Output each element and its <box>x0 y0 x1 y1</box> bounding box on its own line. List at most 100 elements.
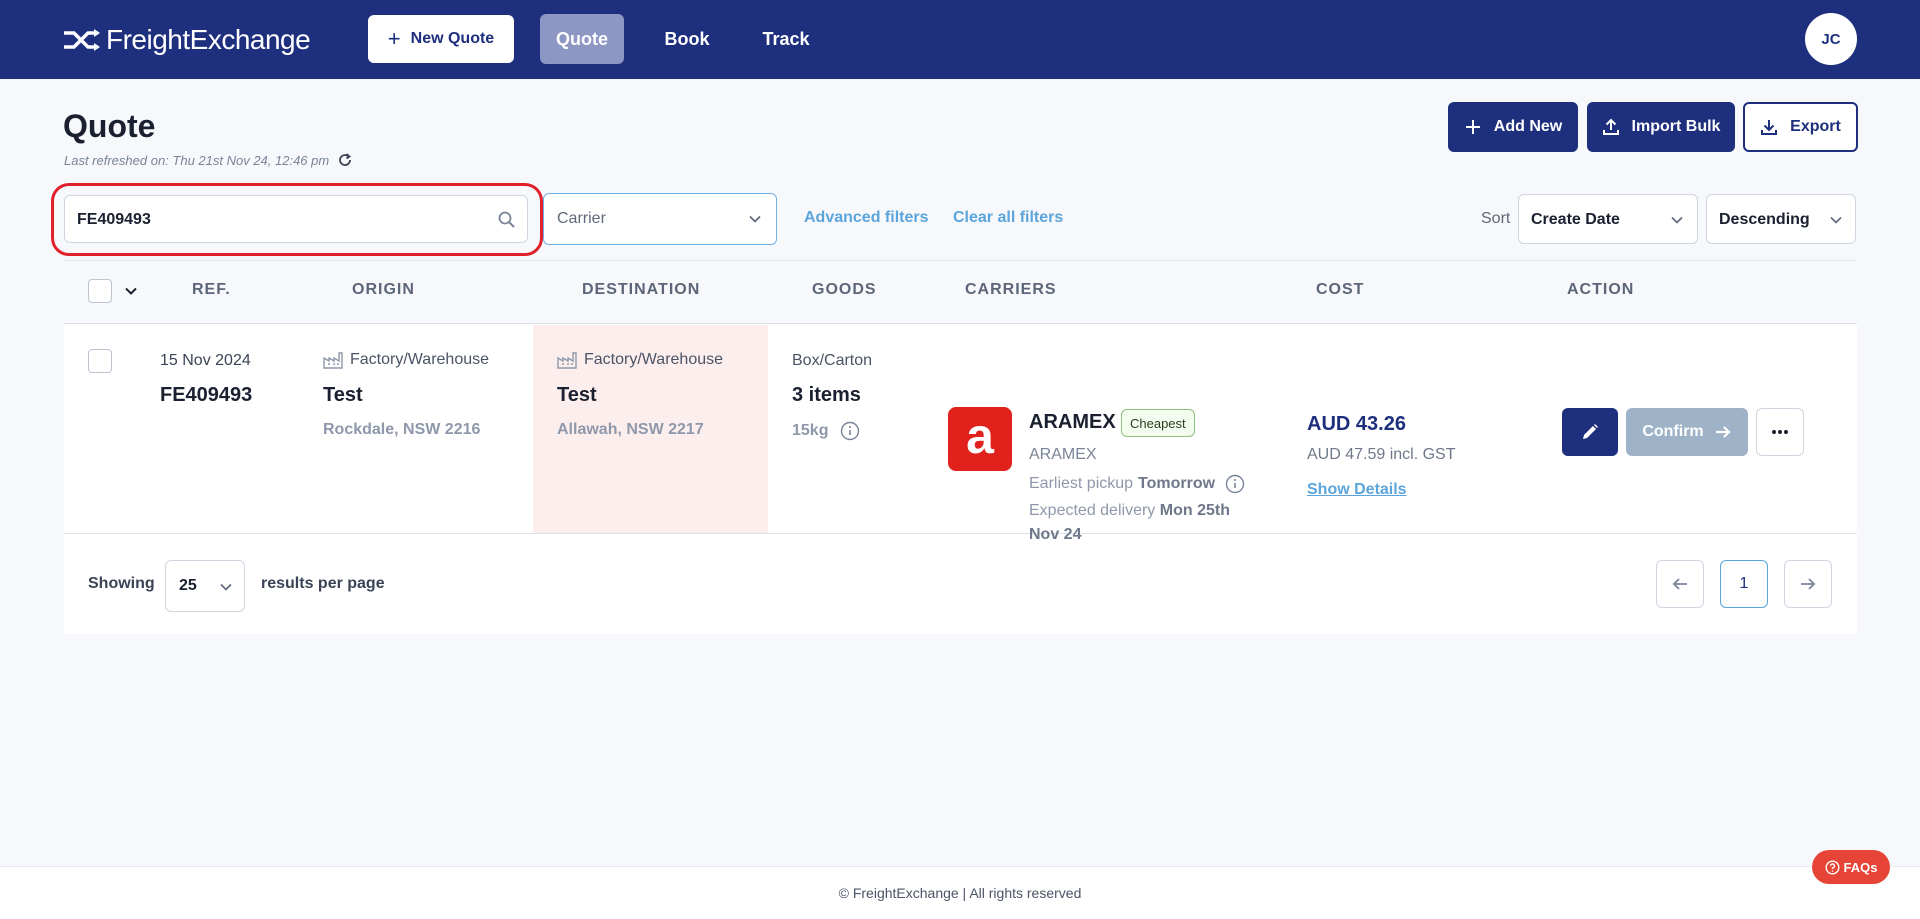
chevron-down-icon <box>1671 216 1683 224</box>
add-new-button[interactable]: Add New <box>1448 102 1578 152</box>
destination-location: Allawah, NSW 2217 <box>557 421 704 438</box>
new-quote-label: New Quote <box>410 30 495 47</box>
top-navbar: FreightExchange + New Quote Quote Book T… <box>0 0 1920 79</box>
upload-icon <box>1602 118 1619 135</box>
search-input[interactable] <box>77 208 477 232</box>
chevron-down-icon <box>1830 216 1842 224</box>
question-icon <box>1825 859 1840 875</box>
import-bulk-button[interactable]: Import Bulk <box>1587 102 1735 152</box>
copyright-text: © FreightExchange | All rights reserved <box>838 885 1082 901</box>
column-ref: REF. <box>192 281 231 298</box>
advanced-filters-link[interactable]: Advanced filters <box>804 209 928 227</box>
table-row[interactable]: 15 Nov 2024 FE409493 Factory/Warehouse T… <box>64 325 1857 543</box>
cheapest-badge: Cheapest <box>1121 409 1195 437</box>
arrow-right-icon <box>1715 426 1731 438</box>
clear-all-filters-link[interactable]: Clear all filters <box>953 209 1063 227</box>
add-new-label: Add New <box>1493 118 1563 135</box>
new-quote-button[interactable]: + New Quote <box>368 15 514 63</box>
edit-button[interactable] <box>1562 408 1618 456</box>
brand-logo[interactable]: FreightExchange <box>62 22 311 58</box>
carrier-select[interactable]: Carrier <box>543 193 777 245</box>
destination-type: Factory/Warehouse <box>557 351 723 369</box>
column-carriers: CARRIERS <box>965 281 1057 298</box>
last-refreshed: Last refreshed on: Thu 21st Nov 24, 12:4… <box>64 152 353 168</box>
plus-icon: + <box>387 26 401 51</box>
factory-icon <box>557 352 577 369</box>
pencil-icon <box>1583 424 1598 439</box>
faq-button[interactable]: FAQs <box>1812 850 1890 884</box>
column-origin: ORIGIN <box>352 281 415 298</box>
sort-field-select[interactable]: Create Date <box>1518 194 1698 244</box>
origin-name: Test <box>323 384 363 406</box>
search-box[interactable] <box>64 195 528 243</box>
arrow-right-icon <box>1801 578 1816 590</box>
nav-book[interactable]: Book <box>650 14 724 64</box>
quote-price: AUD 43.26 <box>1307 413 1406 435</box>
sort-label: Sort <box>1481 210 1511 227</box>
info-icon[interactable] <box>1225 474 1245 494</box>
quote-ref: FE409493 <box>160 384 253 406</box>
results-per-page-label: results per page <box>261 575 385 592</box>
footer: © FreightExchange | All rights reserved <box>0 866 1920 919</box>
delivery-label: Expected delivery <box>1029 502 1156 519</box>
confirm-button[interactable]: Confirm <box>1626 408 1748 456</box>
row-checkbox[interactable] <box>88 349 112 373</box>
faq-label: FAQs <box>1843 859 1878 875</box>
expected-delivery: Expected delivery Mon 25th <box>1029 502 1230 520</box>
column-action: ACTION <box>1567 281 1635 298</box>
column-destination: DESTINATION <box>582 281 701 298</box>
origin-type-label: Factory/Warehouse <box>350 351 490 368</box>
plus-icon <box>1465 120 1480 134</box>
chevron-down-icon <box>220 583 232 591</box>
column-cost: COST <box>1316 281 1365 298</box>
import-bulk-label: Import Bulk <box>1631 118 1721 135</box>
aramex-logo: a <box>948 407 1012 471</box>
search-icon[interactable] <box>497 210 517 230</box>
nav-quote[interactable]: Quote <box>540 14 624 64</box>
delivery-value-line2: Nov 24 <box>1029 526 1082 543</box>
factory-icon <box>323 352 343 369</box>
sort-field-value: Create Date <box>1531 211 1620 228</box>
pickup-value: Tomorrow <box>1138 475 1216 492</box>
arrow-left-icon <box>1672 578 1687 590</box>
shuffle-logo-icon <box>64 29 100 51</box>
show-details-link[interactable]: Show Details <box>1307 481 1407 499</box>
chevron-down-icon <box>749 215 761 223</box>
confirm-label: Confirm <box>1642 423 1704 440</box>
aramex-logo-letter: a <box>966 408 995 464</box>
previous-page-button[interactable] <box>1656 560 1704 608</box>
goods-items: 3 items <box>792 384 861 406</box>
info-icon[interactable] <box>840 421 860 441</box>
price-incl-gst: AUD 47.59 incl. GST <box>1307 446 1456 463</box>
more-options-button[interactable] <box>1756 408 1804 456</box>
ellipsis-icon <box>1772 430 1788 434</box>
per-page-value: 25 <box>179 577 197 594</box>
download-icon <box>1761 120 1778 135</box>
brand-name: FreightExchange <box>106 24 311 55</box>
export-button[interactable]: Export <box>1743 102 1858 152</box>
refresh-icon[interactable] <box>337 152 353 168</box>
nav-track[interactable]: Track <box>750 14 822 64</box>
carrier-name: ARAMEX <box>1029 411 1116 433</box>
sort-order-select[interactable]: Descending <box>1706 194 1856 244</box>
user-avatar[interactable]: JC <box>1805 13 1857 65</box>
sort-order-value: Descending <box>1719 211 1810 228</box>
quote-date: 15 Nov 2024 <box>160 352 251 369</box>
goods-weight: 15kg <box>792 421 860 441</box>
carrier-placeholder: Carrier <box>557 210 606 227</box>
origin-type: Factory/Warehouse <box>323 351 489 369</box>
delivery-value-line1: Mon 25th <box>1159 502 1230 519</box>
page-title: Quote <box>63 108 156 144</box>
earliest-pickup: Earliest pickup Tomorrow <box>1029 474 1245 494</box>
page-number-button[interactable]: 1 <box>1720 560 1768 608</box>
next-page-button[interactable] <box>1784 560 1832 608</box>
aramex-logo-mark: a <box>966 408 995 464</box>
destination-type-label: Factory/Warehouse <box>584 351 724 368</box>
per-page-select[interactable]: 25 <box>165 560 245 612</box>
export-label: Export <box>1790 118 1841 135</box>
select-all-checkbox[interactable] <box>88 279 112 303</box>
last-refreshed-text: Last refreshed on: Thu 21st Nov 24, 12:4… <box>64 152 330 168</box>
chevron-down-icon[interactable] <box>124 284 138 298</box>
carrier-service: ARAMEX <box>1029 446 1097 463</box>
table-header: REF. ORIGIN DESTINATION GOODS CARRIERS C… <box>64 260 1857 324</box>
